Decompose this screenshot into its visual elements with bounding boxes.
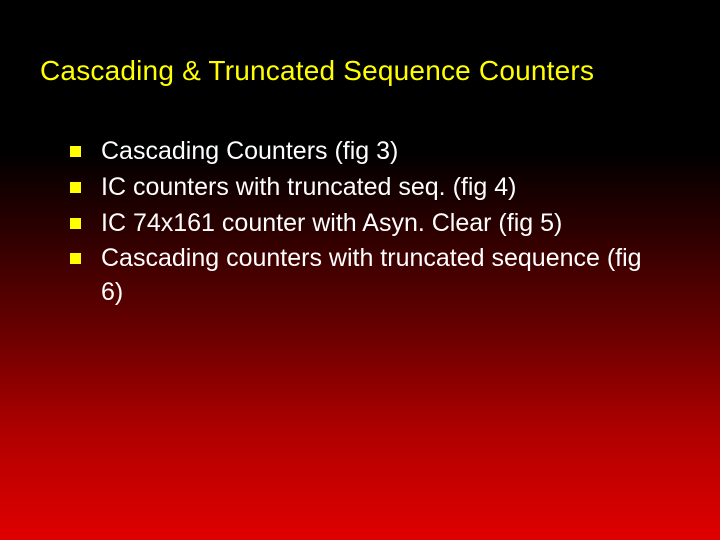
slide-title: Cascading & Truncated Sequence Counters	[40, 55, 680, 87]
square-bullet-icon	[70, 146, 81, 157]
slide: Cascading & Truncated Sequence Counters …	[0, 0, 720, 540]
square-bullet-icon	[70, 218, 81, 229]
list-item: IC counters with truncated seq. (fig 4)	[70, 171, 660, 205]
square-bullet-icon	[70, 253, 81, 264]
list-item-text: IC counters with truncated seq. (fig 4)	[101, 171, 660, 205]
list-item-text: Cascading Counters (fig 3)	[101, 135, 660, 169]
list-item: IC 74x161 counter with Asyn. Clear (fig …	[70, 207, 660, 241]
list-item: Cascading Counters (fig 3)	[70, 135, 660, 169]
list-item: Cascading counters with truncated sequen…	[70, 242, 660, 310]
square-bullet-icon	[70, 182, 81, 193]
list-item-text: Cascading counters with truncated sequen…	[101, 242, 660, 310]
list-item-text: IC 74x161 counter with Asyn. Clear (fig …	[101, 207, 660, 241]
slide-body: Cascading Counters (fig 3) IC counters w…	[70, 135, 660, 312]
